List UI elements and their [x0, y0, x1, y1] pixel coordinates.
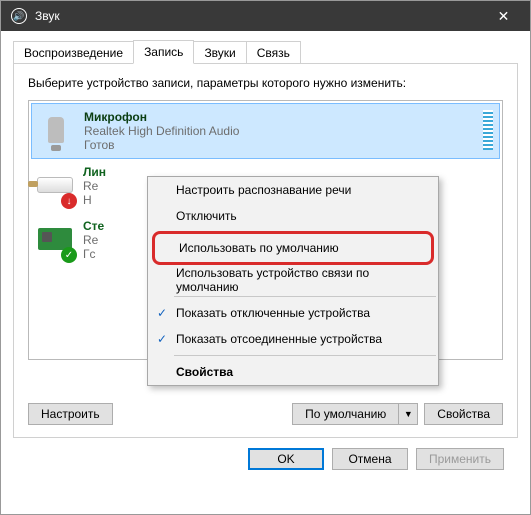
set-default-split-button[interactable]: По умолчанию ▼ — [292, 403, 418, 425]
close-button[interactable]: ✕ — [481, 1, 526, 31]
device-status: Гс — [83, 247, 104, 261]
linein-icon: ↓ — [37, 165, 73, 205]
configure-button[interactable]: Настроить — [28, 403, 113, 425]
chevron-down-icon[interactable]: ▼ — [398, 403, 418, 425]
device-driver: Re — [83, 179, 106, 193]
tab-communications[interactable]: Связь — [246, 41, 301, 64]
checkmark-icon: ✓ — [154, 306, 170, 320]
ctx-show-disconnected[interactable]: ✓ Показать отсоединенные устройства — [148, 326, 438, 352]
default-badge-icon: ✓ — [61, 247, 77, 263]
cancel-button[interactable]: Отмена — [332, 448, 408, 470]
tabstrip: Воспроизведение Запись Звуки Связь — [13, 39, 518, 63]
device-status: Готов — [84, 138, 239, 152]
device-name: Микрофон — [84, 110, 239, 124]
device-status: Н — [83, 193, 106, 207]
checkmark-icon: ✓ — [154, 332, 170, 346]
device-name: Сте — [83, 219, 104, 233]
ctx-separator — [174, 355, 436, 356]
tab-recording[interactable]: Запись — [133, 40, 194, 64]
disabled-badge-icon: ↓ — [61, 193, 77, 209]
microphone-icon — [38, 110, 74, 150]
ctx-disable[interactable]: Отключить — [148, 203, 438, 229]
properties-button[interactable]: Свойства — [424, 403, 503, 425]
ctx-label: Показать отсоединенные устройства — [176, 332, 382, 346]
device-name: Лин — [83, 165, 106, 179]
window-title: Звук — [35, 9, 481, 23]
level-meter — [483, 110, 493, 150]
set-default-button[interactable]: По умолчанию — [292, 403, 398, 425]
ctx-configure-speech[interactable]: Настроить распознавание речи — [148, 177, 438, 203]
device-driver: Realtek High Definition Audio — [84, 124, 239, 138]
context-menu: Настроить распознавание речи Отключить И… — [147, 176, 439, 386]
app-icon: 🔊 — [11, 8, 27, 24]
device-microphone[interactable]: Микрофон Realtek High Definition Audio Г… — [31, 103, 500, 159]
device-driver: Re — [83, 233, 104, 247]
ok-button[interactable]: OK — [248, 448, 324, 470]
ctx-set-default-comm[interactable]: Использовать устройство связи по умолчан… — [148, 267, 438, 293]
ctx-set-default[interactable]: Использовать по умолчанию — [152, 231, 434, 265]
ctx-properties[interactable]: Свойства — [148, 359, 438, 385]
ctx-show-disabled[interactable]: ✓ Показать отключенные устройства — [148, 300, 438, 326]
apply-button[interactable]: Применить — [416, 448, 504, 470]
tab-sounds[interactable]: Звуки — [193, 41, 246, 64]
soundcard-icon: ✓ — [37, 219, 73, 259]
tab-playback[interactable]: Воспроизведение — [13, 41, 134, 64]
ctx-label: Показать отключенные устройства — [176, 306, 370, 320]
ctx-separator — [174, 296, 436, 297]
instruction-text: Выберите устройство записи, параметры ко… — [28, 76, 503, 90]
